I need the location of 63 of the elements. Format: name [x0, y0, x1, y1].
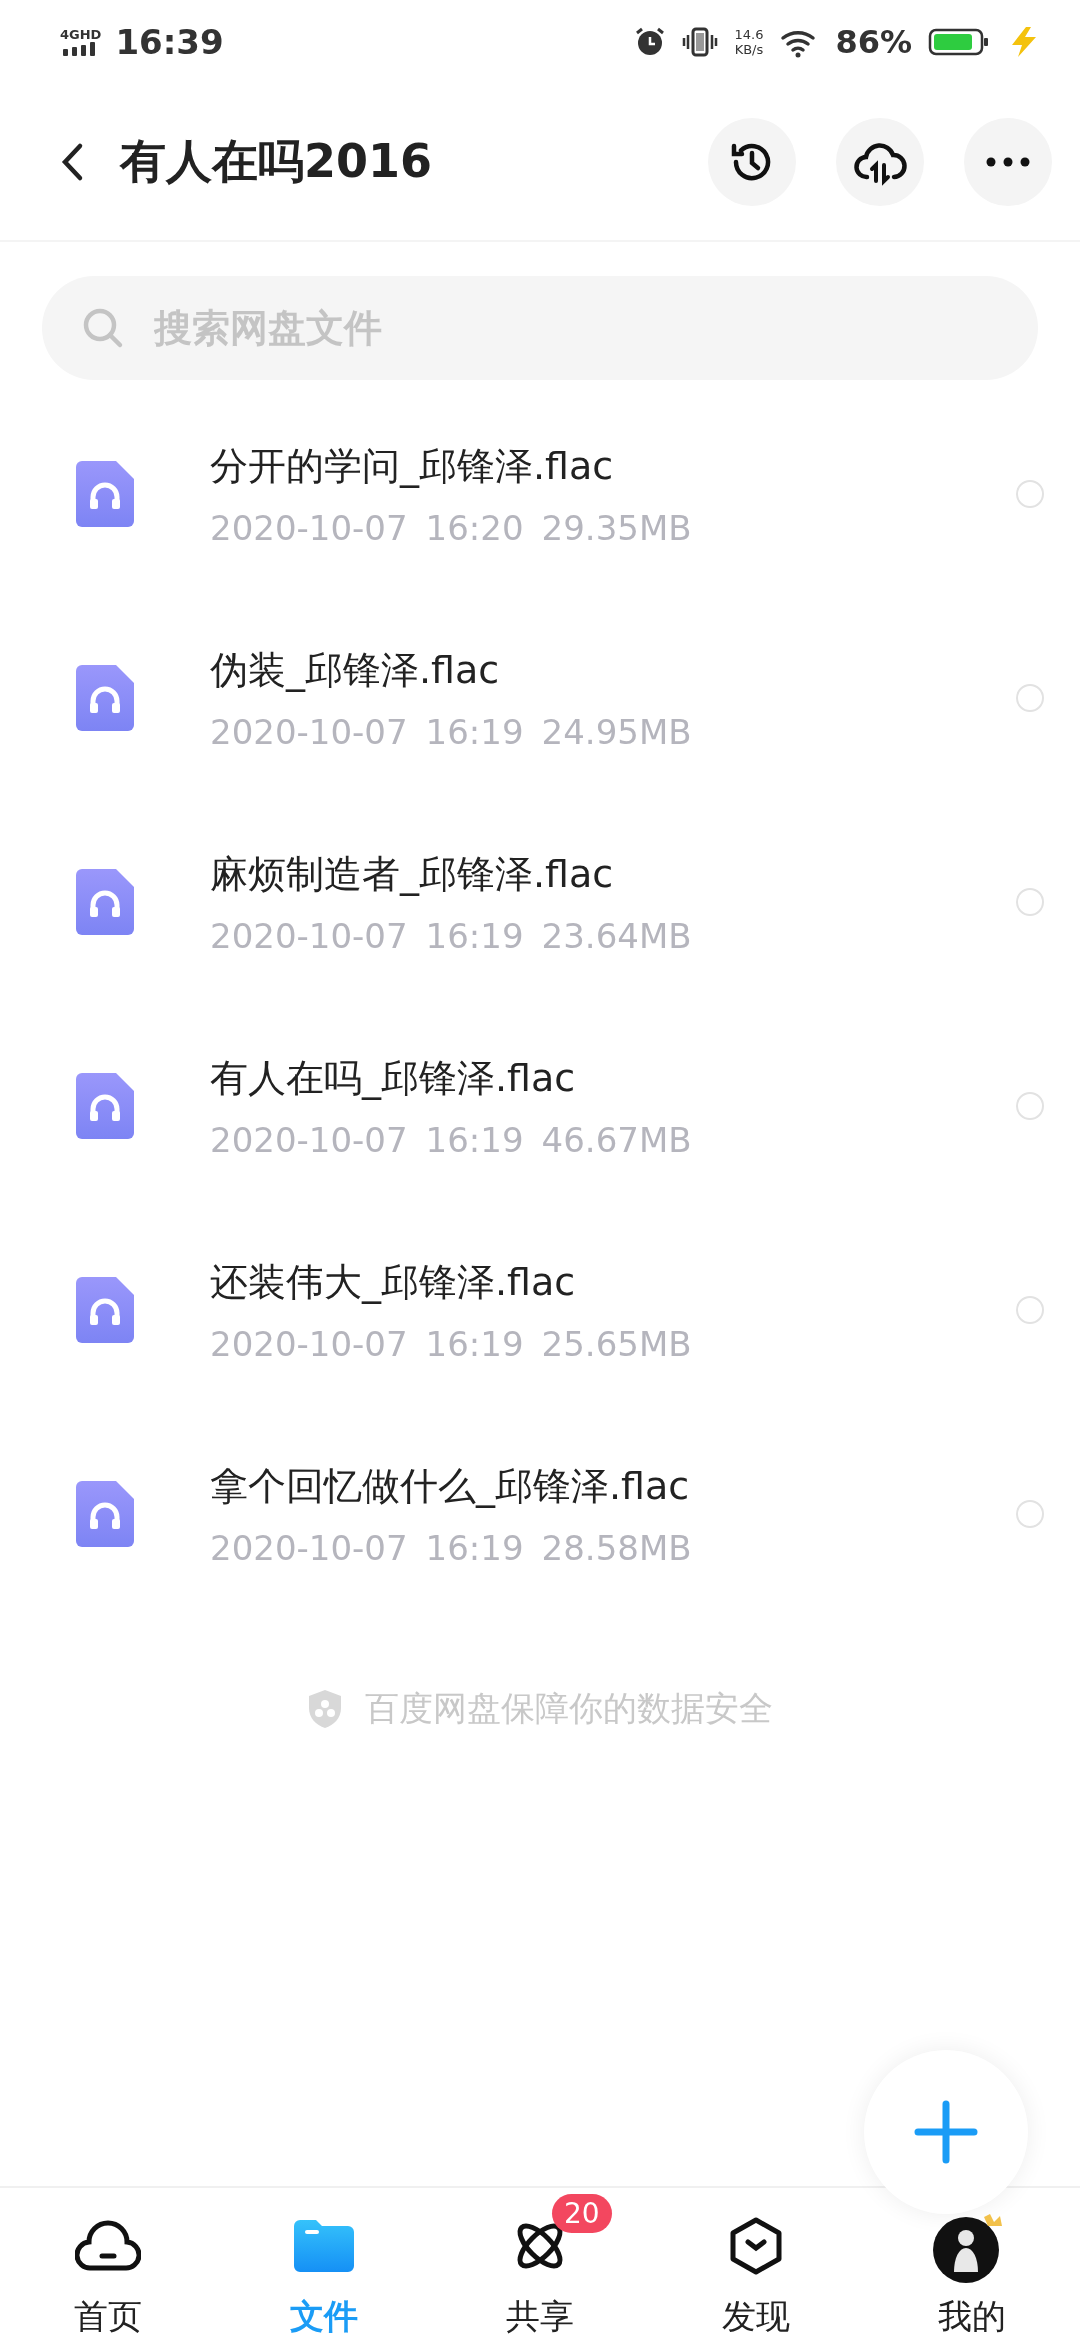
- file-date: 2020-10-07: [210, 1323, 408, 1364]
- plus-icon: [914, 2100, 978, 2164]
- file-time: 16:19: [425, 711, 524, 752]
- audio-file-icon: [76, 665, 134, 731]
- network-speed: 14.6 KB/s: [734, 27, 764, 57]
- select-checkbox[interactable]: [1016, 1500, 1044, 1528]
- back-icon: [60, 142, 84, 182]
- file-time: 16:19: [425, 915, 524, 956]
- file-size: 29.35MB: [541, 507, 692, 548]
- file-size: 23.64MB: [541, 915, 692, 956]
- audio-file-icon: [76, 1073, 134, 1139]
- file-size: 24.95MB: [541, 711, 692, 752]
- file-time: 16:19: [425, 1323, 524, 1364]
- file-name: 伪装_邱锋泽.flac: [210, 646, 501, 694]
- select-checkbox[interactable]: [1016, 888, 1044, 916]
- file-name: 分开的学问_邱锋泽.flac: [210, 442, 615, 490]
- nav-tab[interactable]: 首页: [0, 2192, 216, 2340]
- file-row[interactable]: 拿个回忆做什么_邱锋泽.flac 2020-10-07 16:19 28.58MB: [0, 1412, 1080, 1616]
- select-checkbox[interactable]: [1016, 1092, 1044, 1120]
- file-row[interactable]: 分开的学问_邱锋泽.flac 2020-10-07 16:20 29.35MB: [0, 392, 1080, 596]
- folder-title: 有人在吗2016: [120, 133, 434, 190]
- hexagon-icon: [729, 2217, 783, 2275]
- file-date: 2020-10-07: [210, 1527, 408, 1568]
- audio-file-icon: [76, 1481, 134, 1547]
- battery-percent: 86%: [835, 23, 912, 61]
- notification-badge: 20: [552, 2194, 612, 2233]
- nav-tab[interactable]: 发现: [648, 2192, 864, 2340]
- file-row[interactable]: 伪装_邱锋泽.flac 2020-10-07 16:19 24.95MB: [0, 596, 1080, 800]
- folder-icon: [294, 2220, 354, 2272]
- file-name: 拿个回忆做什么_邱锋泽.flac: [210, 1462, 691, 1510]
- file-date: 2020-10-07: [210, 915, 408, 956]
- select-checkbox[interactable]: [1016, 684, 1044, 712]
- more-icon: [986, 157, 1030, 167]
- file-date: 2020-10-07: [210, 1119, 408, 1160]
- network-indicator: 4GHD: [60, 28, 102, 56]
- file-time: 16:19: [425, 1527, 524, 1568]
- file-date: 2020-10-07: [210, 507, 408, 548]
- file-row[interactable]: 还装伟大_邱锋泽.flac 2020-10-07 16:19 25.65MB: [0, 1208, 1080, 1412]
- alarm-icon: [634, 26, 667, 58]
- audio-file-icon: [76, 869, 134, 935]
- search-icon: [82, 307, 124, 349]
- file-name: 麻烦制造者_邱锋泽.flac: [210, 850, 615, 898]
- file-name: 有人在吗_邱锋泽.flac: [210, 1054, 577, 1102]
- file-size: 25.65MB: [541, 1323, 692, 1364]
- file-size: 46.67MB: [541, 1119, 692, 1160]
- file-time: 16:20: [425, 507, 524, 548]
- battery-icon: [928, 26, 990, 58]
- select-checkbox[interactable]: [1016, 1296, 1044, 1324]
- select-checkbox[interactable]: [1016, 480, 1044, 508]
- audio-file-icon: [76, 1277, 134, 1343]
- vibrate-icon: [682, 26, 719, 58]
- shield-icon: [307, 1689, 343, 1729]
- nav-tab[interactable]: 20 共享: [432, 2192, 648, 2340]
- file-row[interactable]: 麻烦制造者_邱锋泽.flac 2020-10-07 16:19 23.64MB: [0, 800, 1080, 1004]
- file-date: 2020-10-07: [210, 711, 408, 752]
- cloud-icon: [75, 2218, 141, 2274]
- file-time: 16:19: [425, 1119, 524, 1160]
- file-size: 28.58MB: [541, 1527, 692, 1568]
- nav-tab[interactable]: 我的: [864, 2192, 1080, 2340]
- audio-file-icon: [76, 461, 134, 527]
- file-row[interactable]: 有人在吗_邱锋泽.flac 2020-10-07 16:19 46.67MB: [0, 1004, 1080, 1208]
- file-name: 还装伟大_邱锋泽.flac: [210, 1258, 577, 1306]
- clock-time: 16:39: [115, 22, 224, 62]
